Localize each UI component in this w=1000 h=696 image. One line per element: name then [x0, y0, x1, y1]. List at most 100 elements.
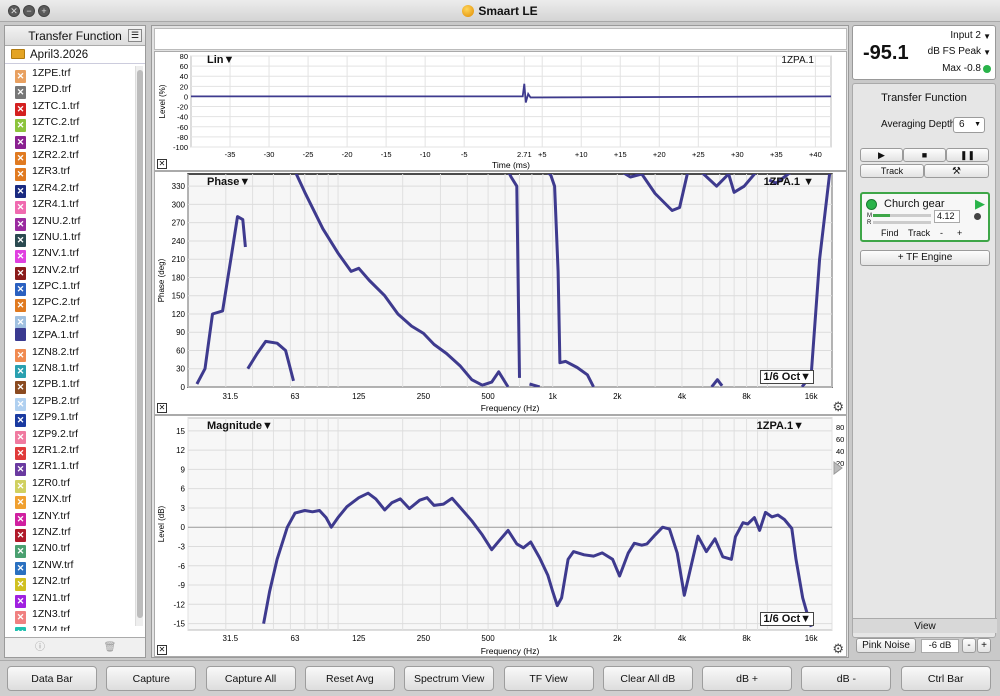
trash-icon[interactable]: 🗑 — [77, 641, 143, 655]
cmd-button-ctrl-bar[interactable]: Ctrl Bar — [900, 666, 991, 691]
phase-trace-label[interactable]: 1ZPA.1 ▼ — [764, 176, 814, 188]
file-item[interactable]: 1ZPA.1.trf — [5, 327, 135, 343]
file-item[interactable]: ✕ 1ZTC.2.trf — [5, 114, 135, 133]
file-item[interactable]: ✕ 1ZN3.trf — [5, 606, 135, 624]
impulse-pane[interactable]: 80 60 40 20 0 -20 -40 -60 -80 -100 -35 -30 -25 -20 -15… — [154, 51, 847, 171]
track-button[interactable]: Track — [860, 164, 924, 178]
close-pane-icon[interactable]: ✕ — [157, 159, 167, 169]
noise-plus-button[interactable]: + — [977, 638, 991, 653]
top-strip — [154, 28, 847, 50]
file-list-scrollbar[interactable] — [135, 66, 143, 626]
delay-plus-button[interactable]: + — [957, 228, 962, 238]
file-item[interactable]: ✕ 1ZPB.2.trf — [5, 393, 135, 411]
file-item[interactable]: ✕ 1ZN0.trf — [5, 540, 135, 559]
file-item[interactable]: ✕ 1ZN4.trf — [5, 622, 135, 631]
file-item[interactable]: ✕ 1ZP9.1.trf — [5, 409, 135, 428]
chevron-down-icon[interactable]: ▼ — [983, 32, 991, 41]
info-icon[interactable]: ⓘ — [7, 641, 73, 655]
file-item[interactable]: ✕ 1ZR1.1.trf — [5, 458, 135, 477]
phase-plot[interactable]: 330300270240210180150120906030031.5 63 125… — [155, 172, 848, 416]
stop-button[interactable]: ■ — [903, 148, 946, 162]
file-item[interactable]: ✕ 1ZNZ.trf — [5, 524, 135, 542]
file-item[interactable]: ✕ 1ZPE.trf — [5, 65, 135, 83]
gear-icon[interactable]: ⚙ — [832, 399, 844, 415]
file-item[interactable]: ✕ 1ZN8.1.trf — [5, 360, 135, 379]
phase-pane[interactable]: 330 300 270 240 210 180 150 120 90 60 30 0 31.5 63 125… — [154, 171, 847, 415]
averaging-select[interactable]: 6 ▼ — [953, 117, 985, 133]
file-item[interactable]: ✕ 1ZNU.1.trf — [5, 229, 135, 247]
file-item[interactable]: ✕ 1ZPC.2.trf — [5, 294, 135, 313]
file-item[interactable]: ✕ 1ZPD.trf — [5, 81, 135, 100]
find-button[interactable]: Find — [881, 228, 899, 238]
scrollbar-thumb[interactable] — [137, 70, 143, 618]
tf-engine-card[interactable]: Church gear ▶ M R 4.12 Find Track - + — [860, 192, 990, 242]
file-item[interactable]: ✕ 1ZR2.2.trf — [5, 147, 135, 165]
cmd-button-spectrum-view[interactable]: Spectrum View — [404, 666, 495, 691]
file-item[interactable]: ✕ 1ZR4.2.trf — [5, 180, 135, 198]
meter-max[interactable]: Max -0.8 — [942, 63, 981, 74]
add-tf-engine-button[interactable]: + TF Engine — [860, 250, 990, 266]
cmd-button-db[interactable]: dB - — [801, 666, 892, 691]
noise-level-field[interactable]: -6 dB — [921, 639, 959, 653]
cmd-button-data-bar[interactable]: Data Bar — [7, 666, 97, 691]
file-item[interactable]: ✕ 1ZNU.2.trf — [5, 213, 135, 231]
file-item[interactable]: ✕ 1ZR0.trf — [5, 475, 135, 493]
meter-input[interactable]: Input 2 — [950, 30, 981, 41]
engine-name[interactable]: Church gear — [884, 198, 945, 210]
delay-track-button[interactable]: Track — [908, 228, 930, 238]
magnitude-mode-label[interactable]: Magnitude▼ — [207, 420, 273, 432]
delay-minus-button[interactable]: - — [940, 228, 943, 238]
file-item[interactable]: ✕ 1ZNW.trf — [5, 557, 135, 575]
delay-field[interactable]: 4.12 — [934, 210, 960, 223]
pause-button[interactable]: ❚❚ — [946, 148, 989, 162]
file-item[interactable]: ✕ 1ZPA.2.trf — [5, 311, 135, 329]
noise-minus-button[interactable]: - — [962, 638, 976, 653]
level-meter[interactable]: -95.1 Input 2 ▼ dB FS Peak ▼ Max -0.8 — [852, 25, 996, 80]
file-item[interactable]: ✕ 1ZR3.trf — [5, 163, 135, 182]
file-item[interactable]: ✕ 1ZNV.2.trf — [5, 262, 135, 280]
engine-power-icon[interactable] — [866, 199, 877, 210]
chevron-down-icon[interactable]: ▼ — [983, 48, 991, 57]
phase-mode-label[interactable]: Phase▼ — [207, 176, 250, 188]
file-item[interactable]: ✕ 1ZN8.2.trf — [5, 344, 135, 362]
magnitude-plot[interactable]: 15129630-3-6-9-12-1531.5 63 125 250 500 1k 2k 4… — [155, 416, 848, 658]
pink-noise-button[interactable]: Pink Noise — [856, 638, 916, 653]
file-item[interactable]: ✕ 1ZR4.1.trf — [5, 196, 135, 215]
cmd-button-reset-avg[interactable]: Reset Avg — [304, 666, 395, 691]
file-item[interactable]: ✕ 1ZPB.1.trf — [5, 376, 135, 395]
cmd-button-capture[interactable]: Capture — [106, 666, 197, 691]
file-item[interactable]: ✕ 1ZR2.1.trf — [5, 131, 135, 149]
cmd-button-tf-view[interactable]: TF View — [503, 666, 594, 691]
cmd-button-capture-all[interactable]: Capture All — [205, 666, 296, 691]
file-item[interactable]: ✕ 1ZTC.1.trf — [5, 98, 135, 116]
impulse-mode-label[interactable]: Lin▼ — [207, 54, 234, 66]
close-pane-icon[interactable]: ✕ — [157, 403, 167, 413]
delay-lock-icon[interactable] — [974, 213, 981, 220]
meter-mode[interactable]: dB FS Peak — [928, 46, 981, 57]
menu-icon[interactable]: ☰ — [128, 29, 142, 42]
phase-smoothing-select[interactable]: 1/6 Oct▼ — [760, 370, 814, 384]
file-name: 1ZNV.2.trf — [32, 263, 79, 276]
file-list[interactable]: ✕ 1ZPE.trf ✕ 1ZPD.trf ✕ 1ZTC.1.trf ✕ 1ZTC.2.trf… — [5, 65, 135, 631]
file-item[interactable]: ✕ 1ZNV.1.trf — [5, 245, 135, 264]
file-item[interactable]: ✕ 1ZNX.trf — [5, 491, 135, 510]
magnitude-trace-label[interactable]: 1ZPA.1▼ — [757, 420, 804, 432]
folder-row[interactable]: April3.2026 — [5, 46, 145, 64]
magnitude-pane[interactable]: 15 12 9 6 3 0 -3 -6 -9 -12 -15 31.5 63 125 250 500 1k 2k 4… — [154, 415, 847, 657]
gear-icon[interactable]: ⚙ — [832, 641, 844, 657]
cmd-button-db[interactable]: dB + — [702, 666, 793, 691]
file-item[interactable]: ✕ 1ZPC.1.trf — [5, 278, 135, 297]
trf-file-icon: ✕ — [15, 627, 26, 631]
tools-button[interactable]: ⚒ — [924, 164, 989, 178]
impulse-plot[interactable]: 806040200-20-40-60-80-100-35 -30 -25 -20 -15… — [155, 52, 848, 172]
magnitude-smoothing-select[interactable]: 1/6 Oct▼ — [760, 612, 814, 626]
file-item[interactable]: ✕ 1ZP9.2.trf — [5, 426, 135, 444]
file-item[interactable]: ✕ 1ZR1.2.trf — [5, 442, 135, 460]
play-button[interactable]: ▶ — [860, 148, 903, 162]
close-pane-icon[interactable]: ✕ — [157, 645, 167, 655]
engine-play-icon[interactable]: ▶ — [975, 196, 985, 212]
file-item[interactable]: ✕ 1ZNY.trf — [5, 508, 135, 526]
cmd-button-clear-all-db[interactable]: Clear All dB — [602, 666, 693, 691]
file-item[interactable]: ✕ 1ZN2.trf — [5, 573, 135, 592]
file-item[interactable]: ✕ 1ZN1.trf — [5, 590, 135, 608]
